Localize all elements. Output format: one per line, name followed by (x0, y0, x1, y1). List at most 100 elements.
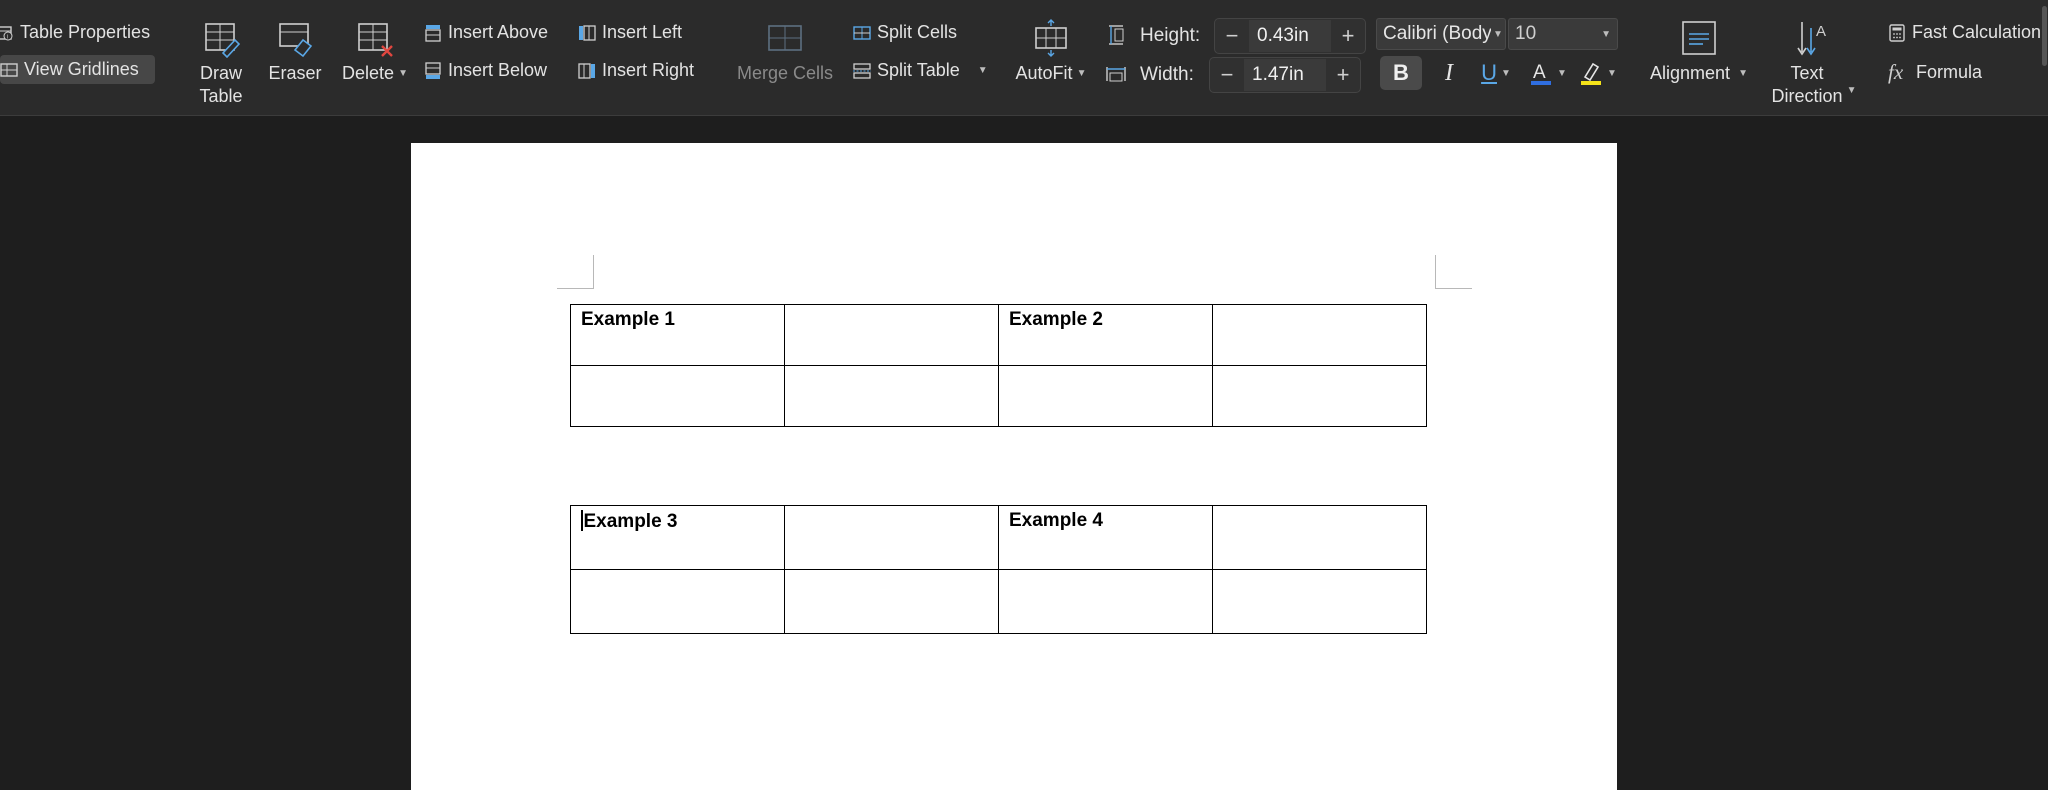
split-table-label: Split Table (877, 60, 960, 80)
table-cell[interactable] (1212, 304, 1427, 366)
bold-button[interactable]: B (1380, 56, 1422, 90)
split-table-button[interactable]: Split Table ▼ (853, 60, 988, 81)
toolbar-scrollbar[interactable] (2040, 0, 2048, 115)
table-cell[interactable] (784, 304, 999, 366)
merge-cells-label: Merge Cells (736, 63, 834, 83)
text-cursor (581, 510, 583, 531)
table-cell[interactable] (784, 365, 999, 427)
table-properties-icon: i (0, 25, 13, 40)
table-cell[interactable] (784, 569, 999, 634)
insert-left-button[interactable]: Insert Left (578, 22, 682, 43)
draw-table-button[interactable]: Draw Table (196, 18, 246, 108)
formula-button[interactable]: fx Formula (1888, 60, 1982, 85)
insert-above-button[interactable]: Insert Above (424, 22, 548, 43)
decrease-width-button[interactable]: − (1210, 58, 1244, 92)
chevron-down-icon: ▼ (1557, 67, 1567, 79)
table-cell[interactable] (784, 505, 999, 570)
width-input[interactable]: 1.47in (1244, 59, 1326, 91)
fast-calculation-button[interactable]: Fast Calculation (1888, 22, 2041, 43)
eraser-label: Eraser (268, 63, 322, 83)
autofit-button[interactable]: AutoFit ▼ (1012, 18, 1090, 85)
table-cell[interactable]: Example 1 (570, 304, 785, 366)
table-row (570, 365, 1427, 427)
column-width-icon (1106, 67, 1126, 82)
svg-text:i: i (7, 34, 8, 40)
delete-button[interactable]: Delete ▼ (340, 18, 410, 85)
calculator-icon (1889, 23, 1905, 42)
margin-corner-marker (557, 255, 594, 289)
document-table-2[interactable]: Example 3 Example 4 (570, 505, 1427, 634)
merge-cells-icon (768, 25, 802, 51)
insert-below-icon (425, 61, 441, 79)
table-cell[interactable]: Example 2 (998, 304, 1213, 366)
row-height-icon (1109, 25, 1124, 45)
table-row: Example 1 Example 2 (570, 304, 1427, 366)
underline-label: U (1481, 60, 1497, 85)
table-properties-label: Table Properties (20, 22, 151, 42)
table-cell[interactable] (998, 365, 1213, 427)
font-size-select[interactable]: 10 ▼ (1508, 18, 1618, 50)
document-table-1[interactable]: Example 1 Example 2 (570, 304, 1427, 427)
insert-right-label: Insert Right (602, 60, 695, 80)
table-cell-text: Example 3 (583, 511, 678, 532)
width-label: Width: (1140, 64, 1194, 85)
italic-button[interactable]: I (1432, 56, 1466, 90)
scrollbar-thumb[interactable] (2042, 6, 2047, 66)
decrease-height-button[interactable]: − (1215, 19, 1249, 53)
height-stepper[interactable]: − 0.43in + (1214, 18, 1366, 54)
height-label: Height: (1140, 25, 1201, 46)
alignment-button[interactable]: Alignment ▼ (1640, 18, 1758, 85)
table-cell[interactable] (570, 365, 785, 427)
width-stepper[interactable]: − 1.47in + (1209, 57, 1361, 93)
eraser-icon (279, 23, 313, 58)
split-cells-button[interactable]: Split Cells (853, 22, 957, 43)
chevron-down-icon: ▼ (1607, 67, 1617, 79)
svg-text:A: A (1816, 23, 1826, 40)
table-cell[interactable] (1212, 569, 1427, 634)
height-input[interactable]: 0.43in (1249, 20, 1331, 52)
view-gridlines-button[interactable]: View Gridlines (0, 55, 155, 84)
view-gridlines-label: View Gridlines (24, 59, 139, 79)
chevron-down-icon: ▼ (1738, 68, 1748, 79)
insert-below-button[interactable]: Insert Below (424, 60, 547, 81)
insert-above-icon (425, 24, 441, 42)
insert-right-button[interactable]: Insert Right (578, 60, 694, 81)
table-cell[interactable] (570, 569, 785, 634)
delete-label: Delete (342, 63, 395, 83)
formula-label: Formula (1916, 62, 1983, 82)
merge-cells-button[interactable]: Merge Cells (735, 18, 835, 85)
table-properties-button[interactable]: i Table Properties (0, 22, 150, 43)
document-page[interactable]: Example 1 Example 2 Example 3 Example 4 (411, 143, 1617, 790)
insert-left-icon (579, 24, 596, 41)
table-cell[interactable]: Example 4 (998, 505, 1213, 570)
font-color-button[interactable]: A ▼ (1526, 56, 1570, 90)
split-cells-label: Split Cells (877, 22, 958, 42)
insert-above-label: Insert Above (448, 22, 549, 42)
increase-height-button[interactable]: + (1331, 19, 1365, 53)
underline-button[interactable]: U ▼ (1474, 56, 1518, 90)
insert-left-label: Insert Left (602, 22, 683, 42)
eraser-button[interactable]: Eraser (265, 18, 325, 85)
alignment-icon (1682, 21, 1716, 55)
table-cell[interactable]: Example 3 (570, 505, 785, 570)
autofit-icon (1035, 19, 1067, 57)
chevron-down-icon: ▼ (1601, 28, 1611, 40)
increase-width-button[interactable]: + (1326, 58, 1360, 92)
autofit-label: AutoFit (1015, 63, 1073, 83)
table-cell[interactable] (1212, 505, 1427, 570)
table-cell[interactable] (1212, 365, 1427, 427)
insert-below-label: Insert Below (448, 60, 548, 80)
draw-table-label: Draw Table (199, 63, 243, 106)
gridlines-icon (0, 62, 18, 77)
table-row: Example 3 Example 4 (570, 505, 1427, 570)
highlight-color-button[interactable]: ▼ (1576, 56, 1620, 90)
text-direction-button[interactable]: A Text Direction ▼ (1766, 18, 1862, 108)
chevron-down-icon: ▼ (1076, 68, 1087, 79)
font-name-value: Calibri (Body) (1383, 23, 1491, 44)
ribbon-toolbar: i Table Properties View Gridlines Draw T… (0, 0, 2048, 116)
svg-text:A: A (1533, 62, 1546, 83)
bold-label: B (1393, 60, 1409, 85)
chevron-down-icon: ▼ (398, 68, 408, 79)
table-cell[interactable] (998, 569, 1213, 634)
font-name-select[interactable]: Calibri (Body) ▼ (1376, 18, 1506, 50)
